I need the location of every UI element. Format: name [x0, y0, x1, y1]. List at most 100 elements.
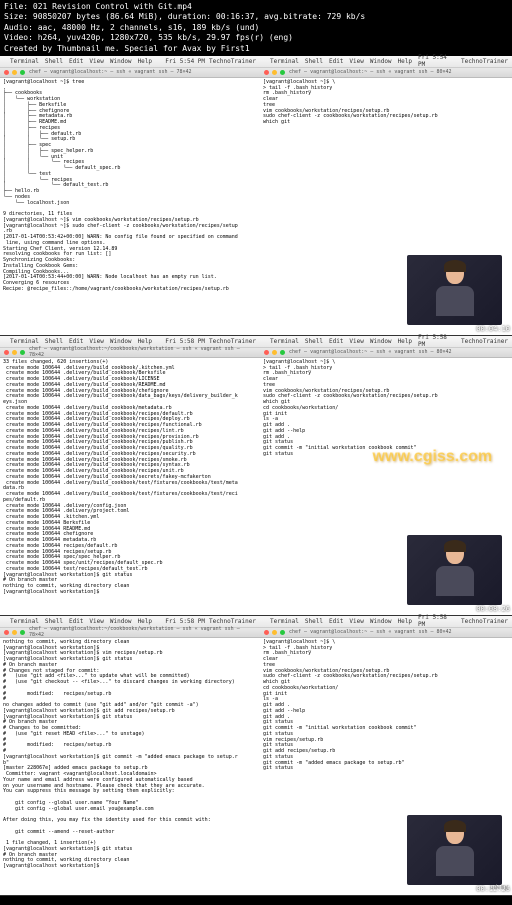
- menu-edit[interactable]: Edit: [329, 338, 343, 345]
- video-frame-1: Terminal Shell Edit View Window Help Fri…: [0, 56, 512, 336]
- video-frame-2: Terminal Shell Edit View Window Help Fri…: [0, 336, 512, 616]
- clock: Fri 5:58 PM: [418, 334, 457, 348]
- minimize-icon[interactable]: [272, 630, 277, 635]
- window-titlebar-left[interactable]: chef — vagrant@localhost:~/cookbooks/wor…: [0, 628, 260, 638]
- file-name: File: 021 Revision Control with Git.mp4: [4, 2, 508, 12]
- traffic-lights: [264, 350, 285, 355]
- macos-menubar: Terminal Shell Edit View Window Help Fri…: [0, 56, 260, 68]
- menu-shell[interactable]: Shell: [45, 338, 63, 345]
- left-terminal-window: Terminal Shell Edit View Window Help Fri…: [0, 56, 260, 335]
- video-timestamp: 00:08:26: [476, 605, 510, 613]
- minimize-icon[interactable]: [272, 350, 277, 355]
- menu-app[interactable]: Terminal: [270, 338, 299, 345]
- window-title: chef — vagrant@localhost:~/cookbooks/wor…: [29, 346, 256, 358]
- minimize-icon[interactable]: [12, 350, 17, 355]
- menubar-user: TechnoTrainer: [209, 58, 256, 65]
- close-icon[interactable]: [264, 630, 269, 635]
- menu-window[interactable]: Window: [370, 338, 392, 345]
- file-info-header: File: 021 Revision Control with Git.mp4 …: [0, 0, 512, 56]
- menu-edit[interactable]: Edit: [329, 58, 343, 65]
- minimize-icon[interactable]: [272, 70, 277, 75]
- window-title: chef — vagrant@localhost:~ — ssh « vagra…: [289, 69, 452, 75]
- menu-shell[interactable]: Shell: [305, 338, 323, 345]
- video-timestamp: 00:04:10: [476, 325, 510, 333]
- menu-view[interactable]: View: [349, 338, 363, 345]
- window-titlebar-right[interactable]: chef — vagrant@localhost:~ — ssh « vagra…: [260, 68, 512, 78]
- menu-app[interactable]: Terminal: [10, 618, 39, 625]
- menu-help[interactable]: Help: [398, 58, 412, 65]
- menu-edit[interactable]: Edit: [329, 618, 343, 625]
- menubar-user: TechnoTrainer: [209, 618, 256, 625]
- menu-shell[interactable]: Shell: [45, 618, 63, 625]
- menu-shell[interactable]: Shell: [305, 58, 323, 65]
- menu-shell[interactable]: Shell: [45, 58, 63, 65]
- minimize-icon[interactable]: [12, 630, 17, 635]
- close-icon[interactable]: [264, 70, 269, 75]
- menu-window[interactable]: Window: [370, 618, 392, 625]
- menu-help[interactable]: Help: [138, 338, 152, 345]
- menu-view[interactable]: View: [89, 338, 103, 345]
- left-terminal-window: Terminal Shell Edit View Window Help Fri…: [0, 616, 260, 895]
- close-icon[interactable]: [4, 350, 9, 355]
- menu-edit[interactable]: Edit: [69, 58, 83, 65]
- menu-view[interactable]: View: [89, 58, 103, 65]
- menu-app[interactable]: Terminal: [10, 58, 39, 65]
- menu-window[interactable]: Window: [110, 338, 132, 345]
- file-video: Video: h264, yuv420p, 1280x720, 535 kb/s…: [4, 33, 508, 43]
- close-icon[interactable]: [264, 350, 269, 355]
- traffic-lights: [4, 350, 25, 355]
- presenter-figure: [435, 822, 475, 877]
- menu-window[interactable]: Window: [110, 618, 132, 625]
- close-icon[interactable]: [4, 630, 9, 635]
- zoom-icon[interactable]: [280, 350, 285, 355]
- video-frame-3: Terminal Shell Edit View Window Help Fri…: [0, 616, 512, 896]
- menu-view[interactable]: View: [349, 58, 363, 65]
- menu-help[interactable]: Help: [138, 58, 152, 65]
- menu-help[interactable]: Help: [138, 618, 152, 625]
- window-title: chef — vagrant@localhost:~ — ssh « vagra…: [289, 349, 452, 355]
- clock: Fri 5:58 PM: [165, 618, 205, 625]
- clock: Fri 5:58 PM: [165, 338, 205, 345]
- zoom-icon[interactable]: [20, 630, 25, 635]
- zoom-icon[interactable]: [20, 70, 25, 75]
- window-titlebar-left[interactable]: chef — vagrant@localhost:~/cookbooks/wor…: [0, 348, 260, 358]
- menubar-user: TechnoTrainer: [461, 338, 508, 345]
- window-title: chef — vagrant@localhost:~ — ssh « vagra…: [29, 69, 192, 75]
- right-terminal-window: Terminal Shell Edit View Window Help Fri…: [260, 336, 512, 615]
- terminal-output-left[interactable]: [vagrant@localhost ~]$ tree . ├── cookbo…: [0, 78, 260, 335]
- menu-app[interactable]: Terminal: [270, 58, 299, 65]
- presenter-figure: [435, 262, 475, 317]
- file-credits: Created by Thumbnail me. Special for Ava…: [4, 44, 508, 54]
- menu-app[interactable]: Terminal: [10, 338, 39, 345]
- traffic-lights: [4, 630, 25, 635]
- menu-help[interactable]: Help: [398, 338, 412, 345]
- window-titlebar-right[interactable]: chef — vagrant@localhost:~ — ssh « vagra…: [260, 348, 512, 358]
- minimize-icon[interactable]: [12, 70, 17, 75]
- menu-view[interactable]: View: [349, 618, 363, 625]
- menu-window[interactable]: Window: [370, 58, 392, 65]
- zoom-icon[interactable]: [20, 350, 25, 355]
- zoom-icon[interactable]: [280, 70, 285, 75]
- close-icon[interactable]: [4, 70, 9, 75]
- terminal-output-left[interactable]: 33 files changed, 620 insertions(+) crea…: [0, 358, 260, 615]
- macos-menubar: Terminal Shell Edit View Window Help Fri…: [260, 616, 512, 628]
- traffic-lights: [264, 630, 285, 635]
- right-terminal-window: Terminal Shell Edit View Window Help Fri…: [260, 616, 512, 895]
- menu-help[interactable]: Help: [398, 618, 412, 625]
- terminal-output-left[interactable]: nothing to commit, working directory cle…: [0, 638, 260, 895]
- zoom-icon[interactable]: [280, 630, 285, 635]
- menu-window[interactable]: Window: [110, 58, 132, 65]
- menu-edit[interactable]: Edit: [69, 618, 83, 625]
- file-audio: Audio: aac, 48000 Hz, 2 channels, s16, 1…: [4, 23, 508, 33]
- macos-menubar: Terminal Shell Edit View Window Help Fri…: [260, 56, 512, 68]
- window-title: chef — vagrant@localhost:~/cookbooks/wor…: [29, 626, 256, 638]
- window-titlebar-right[interactable]: chef — vagrant@localhost:~ — ssh « vagra…: [260, 628, 512, 638]
- menu-edit[interactable]: Edit: [69, 338, 83, 345]
- menu-view[interactable]: View: [89, 618, 103, 625]
- menu-shell[interactable]: Shell: [305, 618, 323, 625]
- right-terminal-window: Terminal Shell Edit View Window Help Fri…: [260, 56, 512, 335]
- window-titlebar-left[interactable]: chef — vagrant@localhost:~ — ssh « vagra…: [0, 68, 260, 78]
- presenter-figure: [435, 542, 475, 597]
- traffic-lights: [264, 70, 285, 75]
- menu-app[interactable]: Terminal: [270, 618, 299, 625]
